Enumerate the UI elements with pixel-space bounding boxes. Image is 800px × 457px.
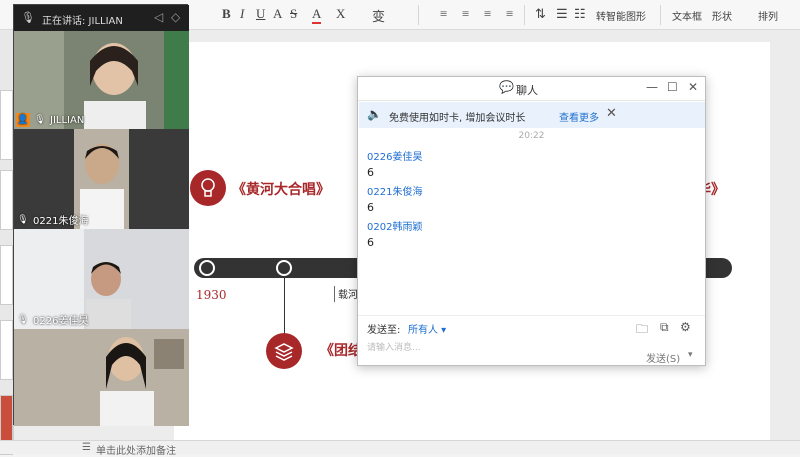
close-icon[interactable]: ✕ [688, 80, 698, 94]
align-right-icon[interactable]: ≡ [484, 6, 491, 22]
participant-video [14, 329, 189, 426]
send-options-icon[interactable]: ▾ [688, 350, 693, 360]
participant-name: JILLIAN [50, 114, 85, 126]
message-sender: 0226姜佳昊 [367, 152, 423, 163]
timeline-dot [276, 260, 292, 276]
bold-button[interactable]: B [222, 6, 231, 22]
notes-placeholder[interactable]: 单击此处添加备注 [96, 442, 176, 457]
microphone-icon: 🎙 [17, 214, 29, 225]
notes-bar: ☰ 单击此处添加备注 [0, 440, 800, 457]
send-to-label: 发送至: [367, 325, 401, 336]
slide-title-1: 《黄河大合唱》 [232, 182, 330, 198]
chat-compose-area: 发送至: 所有人 ▾ 🗀 ⧉ ⚙ 请输入消息... 发送(S) ▾ [358, 315, 705, 366]
change-case-button[interactable]: 变 [372, 6, 385, 25]
strikethrough-button[interactable]: S [290, 6, 297, 22]
text-box[interactable]: 载河 [334, 286, 358, 302]
layers-icon [266, 333, 302, 369]
participant-label: 🎙 0226姜佳昊 [16, 312, 89, 328]
message-input[interactable]: 请输入消息... [367, 340, 421, 353]
participant-name: 0226姜佳昊 [33, 316, 89, 327]
chat-title: 聊人 [516, 84, 538, 97]
recipient-value: 所有人 [408, 325, 438, 336]
underline-button[interactable]: U [256, 6, 265, 22]
video-tile[interactable]: 🎙 0226姜佳昊 [14, 229, 189, 329]
video-tile[interactable]: 🎙 0221朱俊海 [14, 129, 189, 229]
slide-thumbnail[interactable] [0, 90, 13, 160]
timeline-dot [199, 260, 215, 276]
video-tile[interactable]: 👤 🎙 JILLIAN [14, 31, 189, 129]
message-sender: 0221朱俊海 [367, 187, 423, 198]
minimize-icon[interactable]: — [646, 80, 658, 94]
bullets-icon[interactable]: ☰ [556, 6, 568, 22]
microphone-icon: 🎙 [21, 11, 35, 24]
close-notice-icon[interactable]: ✕ [606, 106, 617, 121]
ribbon-divider [660, 5, 661, 25]
microphone-icon: 🎙 [17, 314, 29, 325]
folder-icon[interactable]: 🗀 [636, 320, 648, 341]
message-sender: 0202韩雨颖 [367, 222, 423, 233]
send-button[interactable]: 发送(S) [646, 350, 680, 365]
participant-label: 👤 🎙 JILLIAN [16, 113, 84, 127]
justify-icon[interactable]: ≡ [506, 6, 513, 22]
host-icon: 👤 [16, 113, 30, 127]
slide-thumbnail[interactable] [0, 170, 13, 230]
align-center-icon[interactable]: ≡ [462, 6, 469, 22]
shapes-button[interactable]: 形状 [712, 8, 732, 23]
notice-text: 免费使用如时卡, 增加会议时长 [389, 113, 526, 124]
slide-thumbnail[interactable] [0, 245, 13, 305]
ribbon-divider [418, 5, 419, 25]
smart-art-button[interactable]: 转智能图形 [596, 8, 646, 23]
align-left-icon[interactable]: ≡ [440, 6, 447, 22]
video-panel-header: 🎙 正在讲话: JILLIAN ◁ ◇ [14, 5, 189, 31]
textbox-button[interactable]: 文本框 [672, 8, 702, 23]
speaker-icon: 🔈 [367, 107, 382, 121]
line-spacing-icon[interactable]: ⇅ [535, 6, 546, 22]
maximize-icon[interactable]: ☐ [667, 80, 678, 94]
ribbon-divider [524, 5, 525, 25]
message-text: 6 [367, 236, 374, 249]
participant-label: 🎙 0221朱俊海 [16, 212, 89, 228]
chat-window: 💬 聊人 — ☐ ✕ 🔈 免费使用如时卡, 增加会议时长 查看更多 ✕ 20:2… [357, 76, 706, 366]
slide-title-2: 《团结 [320, 343, 362, 359]
grid-view-icon[interactable]: ◇ [171, 10, 180, 24]
minimize-icon[interactable]: ◁ [154, 10, 163, 24]
slide-thumbnail-strip [0, 30, 14, 455]
superscript-button[interactable]: X [336, 6, 345, 22]
arrange-button[interactable]: 排列 [758, 8, 778, 23]
italic-button[interactable]: I [240, 6, 244, 22]
message-text: 6 [367, 166, 374, 179]
font-color-button[interactable]: A [312, 6, 322, 24]
numbering-icon[interactable]: ☷ [574, 6, 586, 22]
chat-title-bar: 💬 聊人 — ☐ ✕ [358, 77, 705, 101]
text-shadow-button[interactable]: A [273, 6, 282, 22]
screenshot-icon[interactable]: ⧉ [660, 320, 669, 335]
notice-more-link[interactable]: 查看更多 [559, 109, 599, 124]
user-settings-icon[interactable]: ⚙ [680, 320, 691, 334]
video-tile[interactable] [14, 329, 189, 426]
notice-banner: 🔈 免费使用如时卡, 增加会议时长 查看更多 ✕ [359, 102, 705, 128]
slide-thumbnail[interactable] [0, 320, 13, 380]
timeline-connector [284, 278, 285, 334]
microphone-icon: 🎙 [34, 115, 46, 125]
video-panel: 🎙 正在讲话: JILLIAN ◁ ◇ 👤 🎙 JILLIAN 🎙 0221朱俊… [13, 4, 189, 426]
speaking-indicator: 正在讲话: JILLIAN [42, 16, 123, 27]
lightbulb-icon [190, 170, 226, 206]
participant-name: 0221朱俊海 [33, 216, 89, 227]
message-text: 6 [367, 201, 374, 214]
chat-bubble-icon: 💬 [499, 80, 514, 94]
timeline-year: 1930 [196, 288, 227, 302]
recipient-select[interactable]: 所有人 ▾ [408, 321, 446, 336]
notes-icon: ☰ [82, 442, 91, 453]
message-time: 20:22 [518, 131, 545, 141]
